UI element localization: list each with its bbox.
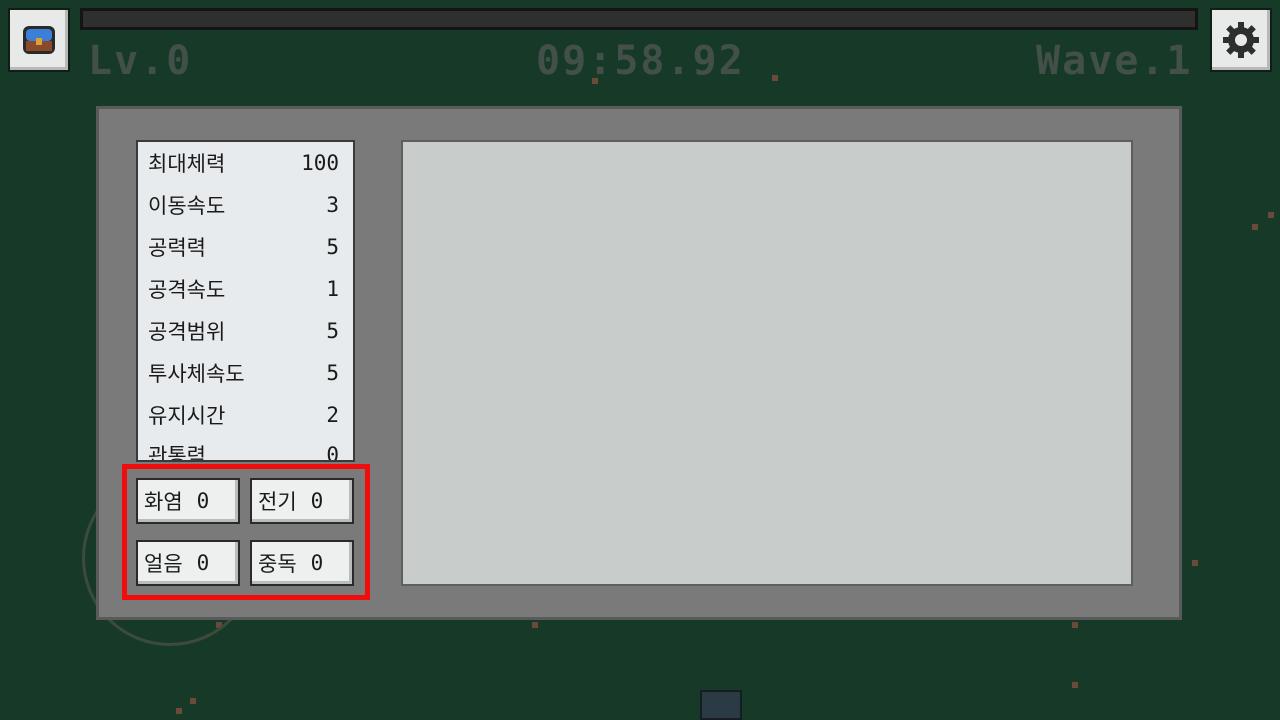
stats-list[interactable]: 최대체력 100 이동속도 3 공력력 5 공격속도 1 공격범위 5 투사체속… (136, 140, 355, 462)
stat-value: 5 (326, 235, 339, 259)
ground-speck (1072, 622, 1078, 628)
detail-area (401, 140, 1133, 586)
ground-speck (772, 75, 778, 81)
settings-button[interactable] (1210, 8, 1272, 72)
stat-row-attack-power: 공력력 5 (148, 232, 339, 262)
ground-speck (532, 622, 538, 628)
stat-row-attack-speed: 공격속도 1 (148, 274, 339, 304)
stat-label: 유지시간 (148, 404, 226, 428)
stat-row-attack-range: 공격범위 5 (148, 316, 339, 346)
element-highlight-box (122, 464, 370, 600)
stat-value: 100 (301, 151, 339, 175)
xp-bar (80, 8, 1198, 30)
ground-speck (1072, 682, 1078, 688)
stat-label: 관통력 (148, 444, 206, 462)
stat-value: 3 (326, 193, 339, 217)
stat-row-projectile-speed: 투사체속도 5 (148, 358, 339, 388)
wave-label: Wave.1 (1036, 38, 1193, 84)
stat-row-move-speed: 이동속도 3 (148, 190, 339, 220)
inventory-button[interactable] (8, 8, 70, 72)
ground-speck (1192, 560, 1198, 566)
gear-icon (1223, 22, 1259, 58)
stat-value: 5 (326, 361, 339, 385)
stat-label: 공격속도 (148, 278, 226, 302)
stat-value: 5 (326, 319, 339, 343)
chest-icon (23, 26, 55, 54)
ground-speck (1268, 212, 1274, 218)
stat-row-max-hp: 최대체력 100 (148, 148, 339, 178)
stat-label: 공력력 (148, 236, 206, 260)
stat-label: 공격범위 (148, 320, 226, 344)
timer-label: 09:58.92 (536, 38, 745, 84)
stat-value: 2 (326, 403, 339, 427)
stat-label: 이동속도 (148, 194, 226, 218)
stat-label: 최대체력 (148, 152, 226, 176)
player-character (700, 690, 742, 720)
stat-value: 1 (326, 277, 339, 301)
stat-label: 투사체속도 (148, 362, 245, 386)
ground-speck (190, 698, 196, 704)
ground-speck (1252, 224, 1258, 230)
stat-row-duration: 유지시간 2 (148, 400, 339, 430)
stat-row-pierce: 관통력 0 (148, 440, 339, 462)
stat-value: 0 (326, 443, 339, 462)
ground-speck (176, 708, 182, 714)
level-label: Lv.0 (88, 38, 193, 84)
